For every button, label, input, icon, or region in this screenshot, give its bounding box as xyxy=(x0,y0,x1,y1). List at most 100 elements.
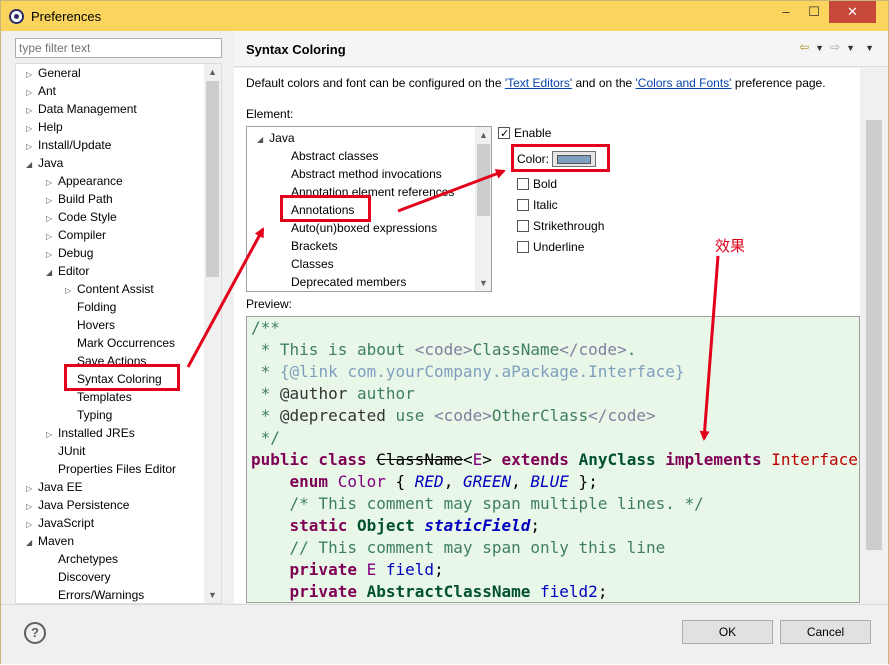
element-item[interactable]: Abstract classes xyxy=(291,147,378,165)
element-label-text: Classes xyxy=(291,257,334,271)
tree-item[interactable]: ▷ Java Persistence xyxy=(26,496,129,514)
expanded-icon[interactable]: ◢ xyxy=(26,156,38,174)
tree-item[interactable]: Mark Occurrences xyxy=(65,334,175,352)
collapsed-icon[interactable]: ▷ xyxy=(46,174,58,192)
bold-checkbox[interactable]: Bold xyxy=(517,175,557,193)
tree-item[interactable]: ▷ Install/Update xyxy=(26,136,111,154)
tree-item[interactable]: ▷ Compiler xyxy=(46,226,106,244)
element-item[interactable]: Brackets xyxy=(291,237,338,255)
tree-item-label: Compiler xyxy=(58,228,107,242)
tree-item[interactable]: ▷ Debug xyxy=(46,244,93,262)
expanded-icon[interactable]: ◢ xyxy=(257,135,263,144)
collapsed-icon[interactable]: ▷ xyxy=(26,498,38,516)
maximize-button[interactable]: ☐ xyxy=(801,1,827,23)
content-scrollbar[interactable] xyxy=(860,68,888,603)
content-scroll-thumb[interactable] xyxy=(866,120,882,550)
element-scroll-thumb[interactable] xyxy=(477,144,490,216)
tree-item[interactable]: ▷ Code Style xyxy=(46,208,117,226)
tree-item-label: Content Assist xyxy=(77,282,154,296)
view-menu-icon[interactable]: ▼ xyxy=(865,43,874,53)
colors-fonts-link[interactable]: 'Colors and Fonts' xyxy=(636,76,732,90)
italic-checkbox[interactable]: Italic xyxy=(517,196,558,214)
element-item[interactable]: Classes xyxy=(291,255,334,273)
tree-item[interactable]: Folding xyxy=(65,298,116,316)
collapsed-icon[interactable]: ▷ xyxy=(46,228,58,246)
enable-checkbox[interactable]: Enable xyxy=(498,124,551,143)
expanded-icon[interactable]: ◢ xyxy=(46,264,58,282)
tree-item[interactable]: ▷ JavaScript xyxy=(26,514,94,532)
element-list-scrollbar[interactable]: ▲ ▼ xyxy=(475,127,491,291)
tree-item[interactable]: Properties Files Editor xyxy=(46,460,176,478)
tree-scrollbar[interactable]: ▲ ▼ xyxy=(204,64,221,603)
collapsed-icon[interactable]: ▷ xyxy=(26,102,38,120)
collapsed-icon[interactable]: ▷ xyxy=(46,192,58,210)
tree-item[interactable]: ▷ Data Management xyxy=(26,100,137,118)
tree-item[interactable]: ▷ Installed JREs xyxy=(46,424,135,442)
tree-item-label: Installed JREs xyxy=(58,426,135,440)
strikethrough-checkbox[interactable]: Strikethrough xyxy=(517,217,604,235)
desc-text-post: preference page. xyxy=(731,76,826,90)
element-group-java[interactable]: ◢ Java xyxy=(257,129,295,147)
code-line: /* This comment may span multiple lines.… xyxy=(289,494,704,513)
ok-button[interactable]: OK xyxy=(682,620,773,644)
collapsed-icon[interactable]: ▷ xyxy=(26,66,38,84)
collapsed-icon[interactable]: ▷ xyxy=(46,426,58,444)
tree-item[interactable]: ◢ Maven xyxy=(26,532,74,550)
collapsed-icon[interactable]: ▷ xyxy=(26,120,38,138)
right-pane: Syntax Coloring ⇦ ▼ ⇨ ▼ ▼ Default colors and… xyxy=(234,31,888,603)
element-label-text: Auto(un)boxed expressions xyxy=(291,221,438,235)
element-item[interactable]: Abstract method invocations xyxy=(291,165,442,183)
tree-item[interactable]: Archetypes xyxy=(46,550,118,568)
scroll-up-icon[interactable]: ▲ xyxy=(475,127,491,143)
scroll-down-icon[interactable]: ▼ xyxy=(475,275,491,291)
scroll-down-icon[interactable]: ▼ xyxy=(204,587,221,603)
tree-item[interactable]: ▷ Java EE xyxy=(26,478,83,496)
collapsed-icon[interactable]: ▷ xyxy=(46,210,58,228)
tree-item[interactable]: Errors/Warnings xyxy=(46,586,144,603)
tree-item[interactable]: ◢ Java xyxy=(26,154,63,172)
tree-item[interactable]: JUnit xyxy=(46,442,85,460)
checkbox-icon[interactable] xyxy=(517,199,529,211)
tree-item[interactable]: Discovery xyxy=(46,568,111,586)
cancel-button[interactable]: Cancel xyxy=(780,620,871,644)
tree-item-label: Properties Files Editor xyxy=(58,462,177,476)
tree-item[interactable]: ▷ Appearance xyxy=(46,172,123,190)
expanded-icon[interactable]: ◢ xyxy=(26,534,38,552)
tree-item[interactable]: ▷ Content Assist xyxy=(65,280,154,298)
checkbox-icon[interactable] xyxy=(517,220,529,232)
checkbox-icon[interactable] xyxy=(517,241,529,253)
forward-icon[interactable]: ⇨ xyxy=(830,40,840,54)
forward-menu-icon[interactable]: ▼ xyxy=(846,43,855,53)
tree-item[interactable]: ▷ Build Path xyxy=(46,190,113,208)
highlight-annotations xyxy=(280,195,371,222)
tree-scroll-thumb[interactable] xyxy=(206,81,219,277)
help-icon[interactable]: ? xyxy=(24,622,46,644)
tree-item[interactable]: Hovers xyxy=(65,316,115,334)
checkbox-checked-icon[interactable] xyxy=(498,125,510,143)
collapsed-icon[interactable]: ▷ xyxy=(26,516,38,534)
tree-item[interactable]: Typing xyxy=(65,406,112,424)
back-menu-icon[interactable]: ▼ xyxy=(815,43,824,53)
minimize-button[interactable]: – xyxy=(773,1,799,23)
tree-item-label: Discovery xyxy=(58,570,111,584)
underline-checkbox[interactable]: Underline xyxy=(517,238,584,256)
collapsed-icon[interactable]: ▷ xyxy=(26,480,38,498)
code-line: // This comment may span only this line xyxy=(289,538,666,557)
collapsed-icon[interactable]: ▷ xyxy=(26,84,38,102)
filter-input[interactable] xyxy=(15,38,222,58)
strikethrough-label: Strikethrough xyxy=(533,219,605,233)
collapsed-icon[interactable]: ▷ xyxy=(46,246,58,264)
checkbox-icon[interactable] xyxy=(517,178,529,190)
tree-item[interactable]: ◢ Editor xyxy=(46,262,89,280)
code-line: static Object staticField; xyxy=(289,516,541,535)
tree-item[interactable]: ▷ General xyxy=(26,64,81,82)
element-item[interactable]: Deprecated members xyxy=(291,273,406,291)
close-button[interactable]: ✕ xyxy=(829,1,876,23)
scroll-up-icon[interactable]: ▲ xyxy=(204,64,221,80)
text-editors-link[interactable]: 'Text Editors' xyxy=(505,76,572,90)
back-icon[interactable]: ⇦ xyxy=(799,40,809,54)
tree-item[interactable]: ▷ Ant xyxy=(26,82,56,100)
tree-item[interactable]: ▷ Help xyxy=(26,118,63,136)
collapsed-icon[interactable]: ▷ xyxy=(65,282,77,300)
collapsed-icon[interactable]: ▷ xyxy=(26,138,38,156)
